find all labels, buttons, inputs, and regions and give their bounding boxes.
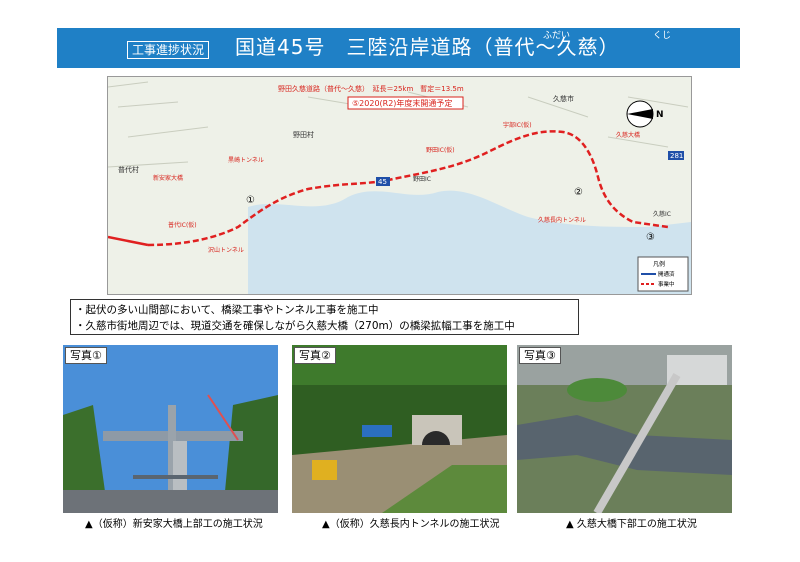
label-shin-aka-bridge: 新安家大橋 — [153, 174, 183, 182]
ruby-kuji: くじ — [653, 31, 672, 41]
photo-2-caption: ▲（仮称）久慈長内トンネルの施工状況 — [322, 519, 500, 530]
place-kuji: 久慈市 — [553, 94, 574, 103]
legend-open: 開通済 — [658, 270, 675, 278]
svg-text:N: N — [656, 110, 664, 120]
place-noda-ic: 野田IC — [413, 175, 431, 183]
section-title: 野田久慈道路（普代～久慈） 延長＝25km 暫定＝13.5m — [278, 84, 464, 93]
label-sawayama-tunnel: 沢山トンネル — [208, 246, 244, 254]
photo-3-label: 写真③ — [519, 347, 561, 364]
label-fudai-ic: 普代IC(仮) — [168, 221, 197, 229]
label-kuji-bridge: 久慈大橋 — [616, 131, 640, 139]
photo-2-label: 写真② — [294, 347, 336, 364]
label-ube-ic: 宇部IC(仮) — [503, 121, 532, 129]
route-map-svg: 野田久慈道路（普代～久慈） 延長＝25km 暫定＝13.5m ⑤2020(R2)… — [108, 77, 691, 294]
label-kurosaki-tunnel: 黒崎トンネル — [228, 156, 264, 164]
opening-plan: ⑤2020(R2)年度末開通予定 — [352, 98, 452, 108]
legend-title: 凡例 — [653, 260, 665, 268]
marker-1: ① — [246, 195, 255, 206]
route-map: 野田久慈道路（普代～久慈） 延長＝25km 暫定＝13.5m ⑤2020(R2)… — [107, 76, 692, 295]
route-shield-45-text: 45 — [378, 178, 387, 186]
label-noda-ic: 野田IC(仮) — [426, 146, 455, 154]
notes-box: ・起伏の多い山間部において、橋梁工事やトンネル工事を施工中 ・久慈市街地周辺では… — [70, 299, 579, 335]
note-line-2: ・久慈市街地周辺では、現道交通を確保しながら久慈大橋（270m）の橋梁拡幅工事を… — [75, 320, 515, 332]
photo-1-caption: ▲（仮称）新安家大橋上部工の施工状況 — [85, 519, 263, 530]
photo-2: 写真② — [292, 345, 507, 513]
place-fudai: 普代村 — [118, 165, 139, 174]
note-line-1: ・起伏の多い山間部において、橋梁工事やトンネル工事を施工中 — [75, 304, 379, 316]
photo-1: 写真① — [63, 345, 278, 513]
route-shield-281-text: 281 — [670, 152, 683, 160]
map-legend: 凡例 開通済 事業中 — [637, 256, 689, 292]
title-bar: 工事進捗状況 国道45号 三陸沿岸道路（普代～久慈） ふだい くじ — [57, 28, 740, 68]
label-kuji-osanai-tunnel: 久慈長内トンネル — [538, 216, 586, 224]
photo-1-image — [63, 345, 278, 513]
progress-tag: 工事進捗状況 — [127, 41, 210, 59]
photo-2-image — [292, 345, 507, 513]
place-noda: 野田村 — [293, 130, 314, 139]
place-kuji-ic: 久慈IC — [653, 210, 671, 218]
legend-ongoing: 事業中 — [658, 280, 675, 288]
photo-1-label: 写真① — [65, 347, 107, 364]
ruby-fudai: ふだい — [543, 31, 571, 41]
marker-3: ③ — [646, 232, 655, 243]
marker-2: ② — [574, 187, 583, 198]
photo-3-caption: ▲ 久慈大橋下部工の施工状況 — [566, 519, 697, 530]
photo-3: 写真③ — [517, 345, 732, 513]
photo-3-image — [517, 345, 732, 513]
